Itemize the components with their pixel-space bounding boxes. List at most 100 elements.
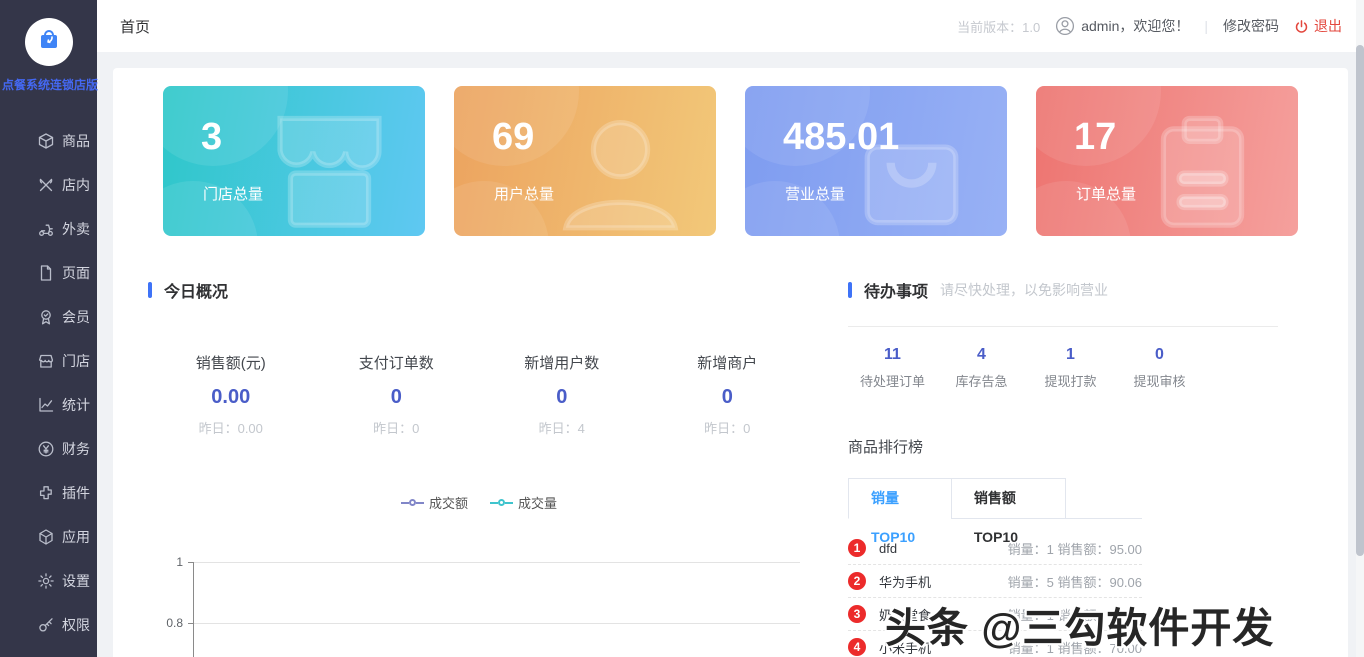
ranking-tabs: 销量TOP10 销售额TOP10 [848,478,1142,519]
stats-chart-icon [37,396,55,414]
stat-card-orders: 17 订单总量 [1036,86,1298,236]
app-title: 点餐系统连锁店版 [2,74,95,92]
rank-sales-text: 销量：1 销售额：95.00 [1008,539,1142,558]
todo-subtitle: 请尽快处理，以免影响营业 [940,280,1108,300]
content: 3 门店总量 69 用户总量 [97,52,1364,657]
sidebar-item-app[interactable]: 应用 [0,515,97,559]
legend-item-amount[interactable]: 成交额 [401,493,468,512]
todo-withdraw-review[interactable]: 0 提现审核 [1115,346,1204,390]
rank-sales-text: 销量：5 销售额：90.06 [1008,572,1142,591]
stat-value: 17 [1074,116,1298,159]
tabs-filler [1066,478,1142,519]
gridline: 0.8 [193,623,800,624]
legend-item-volume[interactable]: 成交量 [490,493,557,512]
today-section: 今日概况 销售额(元) 0.00 昨日：0.00 支付订单数 0 [148,278,810,657]
chart-legend: 成交额 成交量 [148,493,810,512]
legend-marker-amount [401,499,424,506]
settings-gear-icon [37,572,55,590]
tab-sales-volume-top10[interactable]: 销量TOP10 [848,478,952,519]
page-file-icon [37,264,55,282]
todo-low-stock[interactable]: 4 库存告急 [937,346,1026,390]
goods-box-icon [37,132,55,150]
sidebar-item-finance[interactable]: 财务 [0,427,97,471]
dashboard-page: 点餐系统连锁店版 商品 店内 外卖 页面 会员 [0,0,1364,657]
app-cube-icon [37,528,55,546]
stat-card-users: 69 用户总量 [454,86,716,236]
gridline: 1 [193,562,800,563]
admin-menu[interactable]: admin，欢迎您！ [1055,16,1189,36]
sidebar-item-member[interactable]: 会员 [0,295,97,339]
topbar: 首页 当前版本：1.0 admin，欢迎您！ | 修改密码 退出 [97,0,1364,52]
sidebar-item-plugin[interactable]: 插件 [0,471,97,515]
stat-cards-row: 3 门店总量 69 用户总量 [148,86,1313,236]
finance-yuan-icon [37,440,55,458]
todo-title: 待办事项 [864,278,928,302]
y-axis-tick: 1 [150,555,183,569]
sidebar-item-goods[interactable]: 商品 [0,119,97,163]
today-stat-paid-orders: 支付订单数 0 昨日：0 [314,352,480,437]
today-title: 今日概况 [164,278,228,302]
ranking-title: 商品排行榜 [848,436,1278,457]
watermark: 头条 @三勾软件开发 [885,594,1274,654]
sidebar-item-stats[interactable]: 统计 [0,383,97,427]
today-stat-new-merchants: 新增商户 0 昨日：0 [645,352,811,437]
content-panel: 3 门店总量 69 用户总量 [113,68,1348,657]
sidebar-item-settings[interactable]: 设置 [0,559,97,603]
logout-button[interactable]: 退出 [1294,16,1342,36]
section-accent-bar [848,282,852,298]
rank-badge: 1 [848,539,866,557]
stat-value: 69 [492,116,716,159]
todo-pending-orders[interactable]: 11 待处理订单 [848,346,937,390]
stat-label: 营业总量 [785,183,1007,204]
today-stat-sales: 销售额(元) 0.00 昨日：0.00 [148,352,314,437]
stat-label: 用户总量 [494,183,716,204]
permission-key-icon [37,616,55,634]
tab-sales-amount-top10[interactable]: 销售额TOP10 [951,478,1066,519]
rank-product-name: dfd [879,541,1008,556]
stat-card-stores: 3 门店总量 [163,86,425,236]
sidebar-item-page[interactable]: 页面 [0,251,97,295]
plugin-puzzle-icon [37,484,55,502]
topbar-right: 当前版本：1.0 admin，欢迎您！ | 修改密码 退出 [957,16,1342,36]
breadcrumb: 首页 [120,16,150,37]
version-label: 当前版本：1.0 [957,17,1040,36]
avatar-icon [1055,16,1075,36]
section-accent-bar [148,282,152,298]
divider: | [1204,18,1208,34]
sidebar: 点餐系统连锁店版 商品 店内 外卖 页面 会员 [0,0,97,657]
change-password-button[interactable]: 修改密码 [1223,16,1279,36]
member-badge-icon [37,308,55,326]
stat-label: 订单总量 [1076,183,1298,204]
stat-value: 485.01 [783,116,1007,159]
sidebar-item-takeout[interactable]: 外卖 [0,207,97,251]
today-stat-new-users: 新增用户数 0 昨日：4 [479,352,645,437]
todo-withdraw-payment[interactable]: 1 提现打款 [1026,346,1115,390]
chart-plot: 1 0.8 [148,552,810,657]
today-stats: 销售额(元) 0.00 昨日：0.00 支付订单数 0 昨日：0 新增用户数 [148,352,810,437]
todo-stats: 11 待处理订单 4 库存告急 1 提现打款 [848,346,1278,390]
takeout-scooter-icon [37,220,55,238]
stat-card-revenue: 485.01 营业总量 [745,86,1007,236]
sidebar-item-dine-in[interactable]: 店内 [0,163,97,207]
dine-in-utensils-icon [37,176,55,194]
shopping-bag-arrow-icon [36,27,62,58]
power-icon [1294,19,1309,34]
sidebar-nav: 商品 店内 外卖 页面 会员 门店 [0,119,97,647]
store-front-icon [37,352,55,370]
rank-badge: 2 [848,572,866,590]
rank-badge: 4 [848,638,866,656]
stat-value: 3 [201,116,425,159]
sidebar-item-store[interactable]: 门店 [0,339,97,383]
welcome-text: admin，欢迎您！ [1081,16,1189,36]
app-logo [25,18,73,66]
main-area: 首页 当前版本：1.0 admin，欢迎您！ | 修改密码 退出 [97,0,1364,657]
logout-label: 退出 [1314,16,1342,36]
y-axis-tick: 0.8 [150,616,183,630]
legend-marker-volume [490,499,513,506]
stat-label: 门店总量 [203,183,425,204]
sidebar-item-permission[interactable]: 权限 [0,603,97,647]
rank-badge: 3 [848,605,866,623]
scrollbar-thumb[interactable] [1356,45,1364,556]
scrollbar [1356,0,1364,657]
y-axis-line [193,562,194,657]
